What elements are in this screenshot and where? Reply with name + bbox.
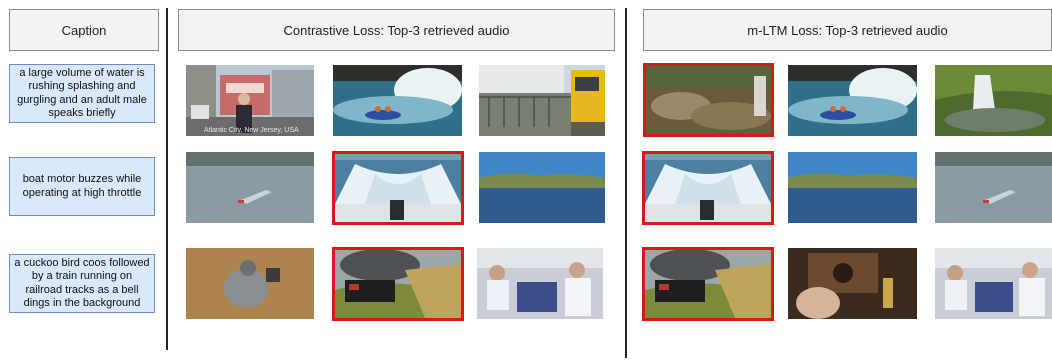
caption-header: Caption <box>9 9 159 51</box>
retrieved-thumbnail-river-rocks-correct <box>643 63 774 137</box>
retrieved-thumbnail-forest-waterfall <box>935 65 1052 136</box>
divider-methods <box>625 8 627 358</box>
contrastive-loss-header: Contrastive Loss: Top-3 retrieved audio <box>178 9 615 51</box>
retrieved-thumbnail-pigeon <box>186 248 314 319</box>
retrieved-thumbnail-boat-wake-correct <box>332 151 464 225</box>
retrieved-thumbnail-speedboat-lake <box>186 152 314 223</box>
retrieved-thumbnail-waterfall-rafting <box>788 65 917 136</box>
retrieved-thumbnail-lab-workers <box>935 248 1052 319</box>
retrieved-thumbnail-lake-shoreline <box>788 152 917 223</box>
retrieved-thumbnail-train-station <box>479 65 605 136</box>
retrieved-thumbnail-waterfall-rafting <box>333 65 462 136</box>
retrieved-thumbnail-lake-shoreline <box>479 152 605 223</box>
mltm-loss-header: m-LTM Loss: Top-3 retrieved audio <box>643 9 1052 51</box>
caption-box: boat motor buzzes while operating at hig… <box>9 157 155 216</box>
retrieved-thumbnail-speedboat-lake <box>935 152 1052 223</box>
thumbnail-watermark: Atlantic City, New Jersey, USA <box>204 127 299 134</box>
divider-caption <box>166 8 168 350</box>
caption-box: a cuckoo bird coos followed by a train r… <box>9 254 155 313</box>
caption-box: a large volume of water is rushing splas… <box>9 64 155 123</box>
retrieved-thumbnail-city-street: Atlantic City, New Jersey, USA <box>186 65 314 136</box>
retrieved-thumbnail-lab-workers <box>477 248 603 319</box>
retrieved-thumbnail-steam-train-correct <box>642 247 774 321</box>
retrieved-thumbnail-boat-wake-correct <box>642 151 774 225</box>
retrieved-thumbnail-cuckoo-clock <box>788 248 917 319</box>
retrieved-thumbnail-steam-train-correct <box>332 247 464 321</box>
